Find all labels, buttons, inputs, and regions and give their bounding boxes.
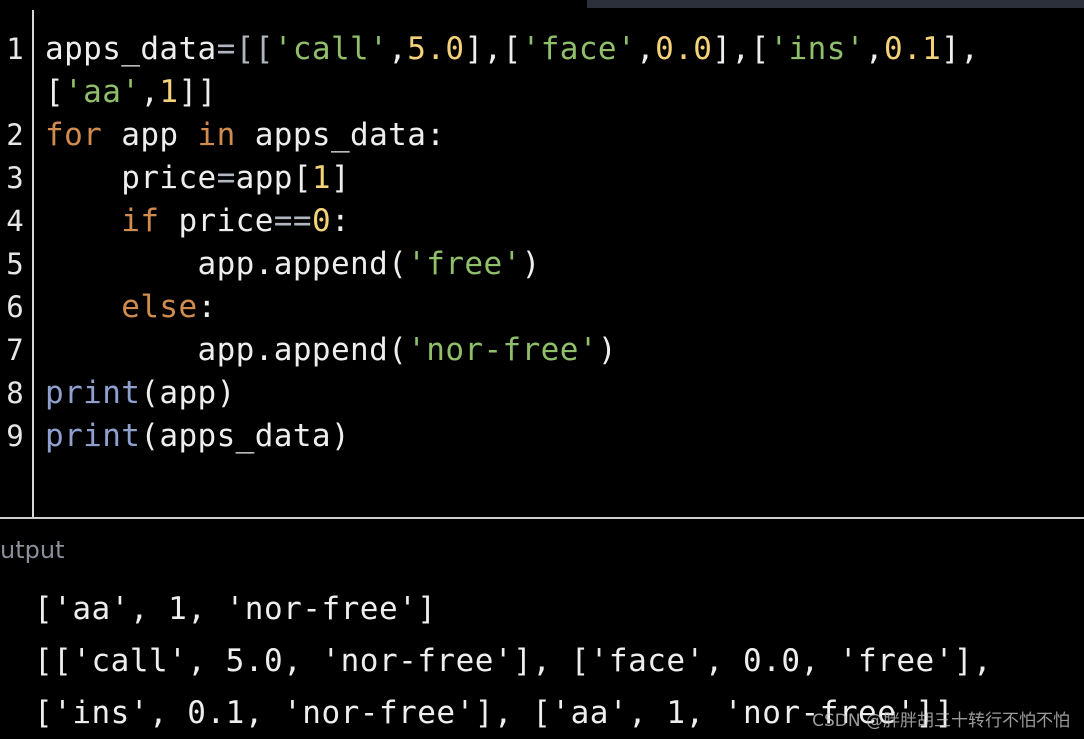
- code-text: print(apps_data): [45, 418, 351, 454]
- code-text: print(app): [45, 375, 236, 411]
- code-text: app.append('nor-free'): [45, 332, 617, 368]
- code-text: if price==0:: [121, 203, 351, 239]
- code-editor[interactable]: 1 apps_data=[['call',5.0],['face',0.0],[…: [0, 0, 1084, 517]
- code-line-1-wrap: ['aa',1]]: [0, 71, 1084, 114]
- output-line: ['aa', 1, 'nor-free']: [34, 591, 437, 627]
- line-number: 2: [6, 118, 24, 152]
- code-line-1: 1 apps_data=[['call',5.0],['face',0.0],[…: [0, 28, 1084, 71]
- line-number: 3: [6, 161, 24, 195]
- code-text: app.append('free'): [45, 246, 541, 282]
- code-line-5: 5 app.append('free'): [0, 243, 1084, 286]
- watermark: CSDN @胖胖胡三十转行不怕不怕: [812, 711, 1070, 731]
- code-line-9: 9 print(apps_data): [0, 415, 1084, 458]
- line-number: 1: [6, 32, 24, 66]
- code-line-4: 4 if price==0:: [0, 200, 1084, 243]
- code-line-7: 7 app.append('nor-free'): [0, 329, 1084, 372]
- code-text: apps_data=[['call',5.0],['face',0.0],['i…: [45, 31, 980, 67]
- line-number: 8: [6, 376, 24, 410]
- output-label: utput: [0, 536, 65, 564]
- code-text: ['aa',1]]: [45, 74, 217, 110]
- code-line-8: 8 print(app): [0, 372, 1084, 415]
- code-text: price=app[1]: [45, 160, 351, 196]
- output-divider: [0, 517, 1084, 519]
- output-line: [['call', 5.0, 'nor-free'], ['face', 0.0…: [34, 643, 993, 679]
- line-number: 6: [6, 290, 24, 324]
- code-text: for app in apps_data:: [45, 117, 446, 153]
- code-line-6: 6 else:: [0, 286, 1084, 329]
- line-number: 5: [6, 247, 24, 281]
- line-number: 7: [6, 333, 24, 367]
- line-number: 9: [6, 419, 24, 453]
- code-text: else:: [121, 289, 217, 325]
- code-line-2: 2 for app in apps_data:: [0, 114, 1084, 157]
- code-line-3: 3 price=app[1]: [0, 157, 1084, 200]
- line-number: 4: [6, 204, 24, 238]
